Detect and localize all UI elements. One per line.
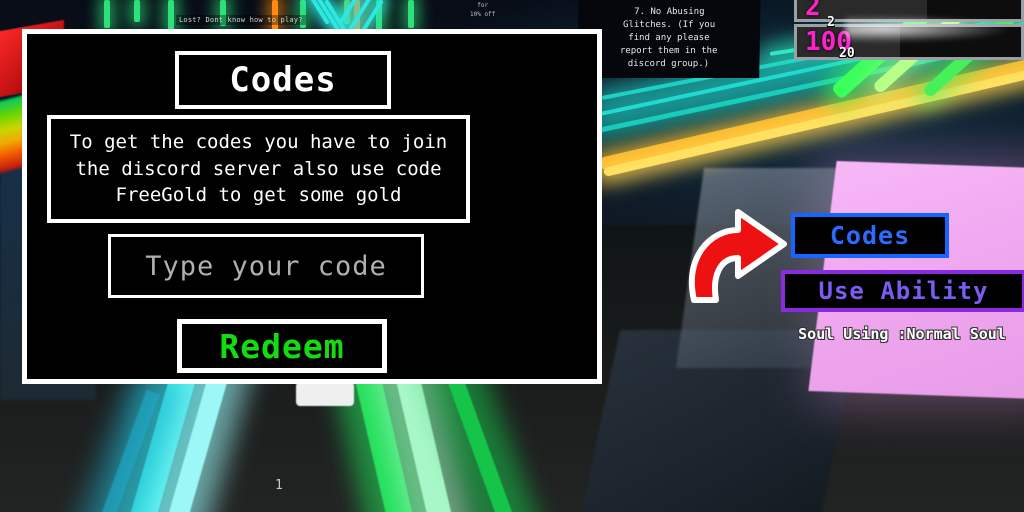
rules-line-5: discord group.) [627, 58, 710, 69]
smoke-effect [845, 14, 1024, 44]
dialog-title-box: Codes [175, 51, 391, 109]
codes-button[interactable]: Codes [791, 213, 949, 258]
rules-panel: Exploiting/Hacking. For ANY Items. 7. No… [577, 0, 761, 78]
code-input-placeholder: Type your code [145, 250, 387, 282]
help-hint-text: Lost? Dont know how to play? [176, 15, 306, 25]
use-ability-button[interactable]: Use Ability [781, 270, 1024, 312]
redeem-button-label: Redeem [219, 326, 345, 366]
dialog-description-text: To get the codes you have to join the di… [69, 130, 448, 207]
mini-label-line-1: for [477, 2, 489, 9]
red-arrow-icon [676, 186, 796, 304]
use-ability-button-label: Use Ability [818, 277, 989, 305]
vertical-neon-bar-2 [134, 0, 140, 22]
vertical-neon-bar-1 [104, 0, 110, 28]
floor-pill [296, 382, 354, 406]
soul-status-label: Soul Using :Normal Soul [798, 325, 1006, 343]
hud-main-sub: 20 [839, 46, 855, 61]
rules-line-1: 7. No Abusing [634, 6, 705, 17]
redeem-button[interactable]: Redeem [177, 319, 387, 373]
rules-line-3: find any please [628, 32, 710, 43]
page-title: Codes [229, 60, 337, 100]
code-input-field[interactable]: Type your code [108, 234, 424, 298]
rules-line-2: Glitches. (If you [622, 19, 716, 30]
game-scene: Exploiting/Hacking. For ANY Items. 7. No… [0, 0, 1024, 512]
rules-line-4: report them in the [619, 45, 718, 56]
floor-number-label: 1 [275, 478, 283, 493]
vertical-neon-bar-8 [408, 0, 414, 28]
dialog-description-box: To get the codes you have to join the di… [47, 115, 470, 223]
vertical-neon-bar-3 [168, 0, 174, 30]
hud-top-value: 2 [805, 0, 821, 22]
hud-top-sub: 2 [827, 15, 835, 30]
codes-dialog: Codes To get the codes you have to join … [22, 29, 602, 384]
mini-label-line-2: 10% off [470, 11, 496, 18]
codes-button-label: Codes [829, 221, 911, 250]
mini-label: for 10% off [470, 1, 495, 19]
